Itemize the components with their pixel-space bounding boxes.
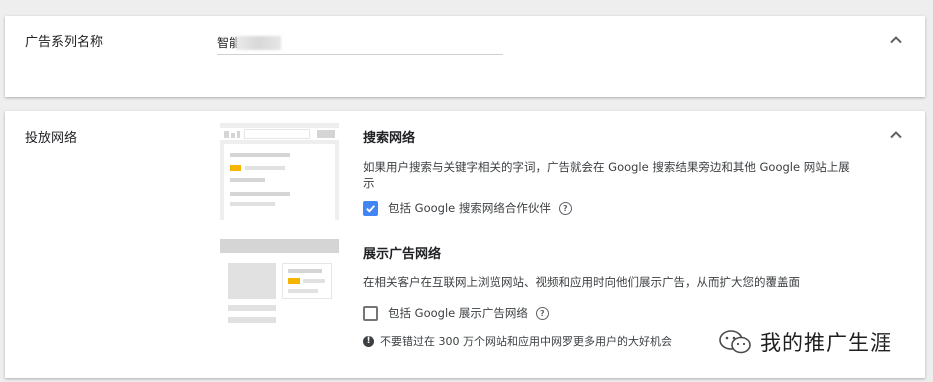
- help-icon[interactable]: ?: [558, 201, 572, 215]
- search-partners-option: 包括 Google 搜索网络合作伙伴 ?: [363, 200, 853, 216]
- campaign-name-card: 广告系列名称: [5, 16, 925, 97]
- display-network-option: 包括 Google 展示广告网络 ?: [363, 305, 853, 321]
- watermark-text: 我的推广生涯: [760, 331, 892, 355]
- display-network-illustration: [220, 239, 339, 335]
- search-network-section: 搜索网络: [363, 127, 853, 146]
- chevron-up-icon: [890, 36, 902, 44]
- networks-label: 投放网络: [25, 131, 78, 146]
- search-partners-checkbox[interactable]: [363, 200, 378, 216]
- search-network-heading: 搜索网络: [363, 131, 416, 146]
- display-network-warning-text: 不要错过在 300 万个网站和应用中网罗更多用户的大好机会: [380, 335, 672, 348]
- display-network-label: 包括 Google 展示广告网络: [388, 306, 528, 320]
- info-circle-icon: !: [363, 335, 374, 347]
- watermark: 我的推广生涯: [718, 327, 892, 357]
- collapse-networks-button[interactable]: [887, 126, 905, 144]
- redacted-text: [236, 36, 281, 50]
- chevron-up-icon: [890, 131, 902, 139]
- display-network-description: 在相关客户在互联网上浏览网站、视频和应用时向他们展示广告，从而扩大您的覆盖面: [363, 275, 800, 289]
- help-icon[interactable]: ?: [535, 306, 549, 320]
- display-network-heading: 展示广告网络: [363, 247, 442, 262]
- checkmark-icon: [366, 204, 376, 213]
- collapse-campaign-name-button[interactable]: [887, 31, 905, 49]
- wechat-logo-icon: [719, 330, 751, 354]
- campaign-name-label: 广告系列名称: [25, 35, 104, 50]
- display-network-checkbox[interactable]: [363, 305, 378, 321]
- display-network-section: 展示广告网络: [363, 243, 853, 262]
- search-network-illustration: [220, 123, 339, 220]
- search-partners-label: 包括 Google 搜索网络合作伙伴: [388, 201, 551, 215]
- search-network-description: 如果用户搜索与关键字相关的字词，广告就会在 Google 搜索结果旁边和其他 G…: [363, 160, 850, 190]
